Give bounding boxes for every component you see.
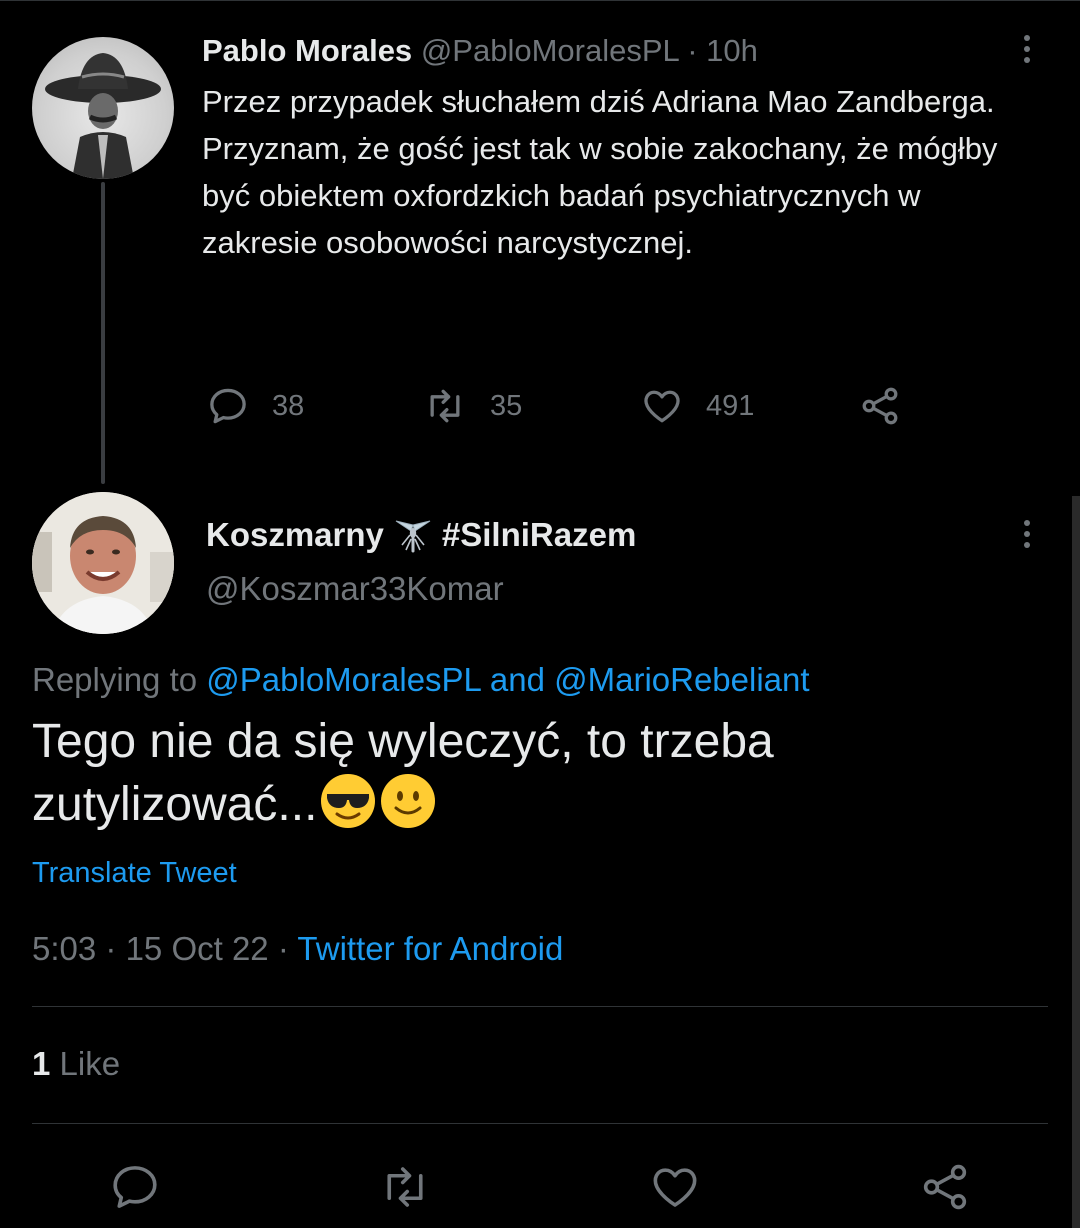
translate-tweet-link[interactable]: Translate Tweet bbox=[32, 857, 237, 890]
parent-reply-count: 38 bbox=[272, 389, 305, 422]
likes-label: Like bbox=[59, 1045, 121, 1082]
parent-author-name[interactable]: Pablo Morales bbox=[202, 33, 412, 68]
meta-divider bbox=[32, 1006, 1048, 1007]
parent-tweet-actions: 38 35 491 bbox=[202, 384, 922, 432]
reply-tweet-text: Tego nie da się wyleczyć, to trzeba zuty… bbox=[32, 712, 1032, 835]
parent-tweet-text: Przez przypadek słuchałem dziś Adriana M… bbox=[202, 84, 998, 260]
retweet-icon bbox=[430, 389, 460, 423]
tweet-source-link[interactable]: Twitter for Android bbox=[297, 930, 563, 967]
share-button[interactable] bbox=[918, 1160, 972, 1219]
share-icon bbox=[862, 387, 898, 425]
top-divider bbox=[0, 0, 1080, 1]
replying-user-link-1[interactable]: @PabloMoralesPL bbox=[206, 661, 480, 698]
share-icon bbox=[923, 1164, 967, 1210]
likes-count: 1 bbox=[32, 1045, 51, 1082]
parent-like-count: 491 bbox=[706, 389, 755, 422]
reply-tweet-actions bbox=[0, 1160, 1080, 1216]
reply-author-handle[interactable]: @Koszmar33Komar bbox=[206, 570, 504, 608]
parent-retweet-button[interactable]: 35 bbox=[422, 384, 522, 428]
retweet-button[interactable] bbox=[376, 1160, 434, 1219]
meta-dot-1: · bbox=[105, 930, 117, 967]
replying-user-link-2[interactable]: @MarioRebeliant bbox=[554, 661, 809, 698]
reply-more-options-icon[interactable] bbox=[1007, 514, 1047, 554]
tweet-time[interactable]: 5:03 bbox=[32, 930, 96, 967]
parent-author-avatar[interactable] bbox=[32, 37, 174, 179]
smiling-face-with-sunglasses-emoji bbox=[321, 774, 376, 828]
comment-bubble-icon bbox=[113, 1166, 157, 1208]
thread-connector-line bbox=[101, 182, 105, 484]
like-button[interactable] bbox=[648, 1160, 702, 1219]
mosquito-emoji bbox=[395, 520, 431, 553]
reply-author-name-suffix: #SilniRazem bbox=[441, 516, 637, 553]
parent-share-button[interactable] bbox=[858, 384, 902, 428]
likes-divider bbox=[32, 1123, 1048, 1124]
replying-to-line: Replying to @PabloMoralesPL and @MarioRe… bbox=[32, 661, 810, 699]
parent-author-handle[interactable]: @PabloMoralesPL bbox=[421, 33, 679, 68]
replying-and: and bbox=[489, 661, 545, 698]
replying-prefix: Replying to bbox=[32, 661, 198, 698]
parent-tweet-header: Pablo Morales @PabloMoralesPL · 10h bbox=[202, 32, 758, 70]
header-separator: · bbox=[687, 33, 698, 68]
parent-tweet-time[interactable]: 10h bbox=[706, 33, 758, 68]
reply-author-avatar[interactable] bbox=[32, 492, 174, 634]
reply-author-name: Koszmarny bbox=[206, 516, 384, 553]
retweet-icon bbox=[387, 1167, 423, 1207]
slightly-smiling-face-emoji bbox=[381, 774, 436, 828]
reply-button[interactable] bbox=[108, 1160, 162, 1219]
tweet-meta: 5:03 · 15 Oct 22 · Twitter for Android bbox=[32, 930, 563, 968]
heart-icon bbox=[653, 1168, 697, 1207]
reply-author-name-row[interactable]: Koszmarny #SilniRazem bbox=[206, 516, 636, 554]
parent-reply-button[interactable]: 38 bbox=[206, 384, 304, 428]
parent-more-options-icon[interactable] bbox=[1007, 29, 1047, 69]
comment-bubble-icon bbox=[210, 388, 246, 424]
parent-retweet-count: 35 bbox=[490, 389, 523, 422]
parent-like-button[interactable]: 491 bbox=[640, 384, 754, 428]
scrollbar[interactable] bbox=[1072, 496, 1080, 1228]
heart-icon bbox=[644, 390, 680, 423]
meta-dot-2: · bbox=[277, 930, 289, 967]
likes-summary[interactable]: 1 Like bbox=[32, 1045, 120, 1083]
tweet-date[interactable]: 15 Oct 22 bbox=[126, 930, 269, 967]
